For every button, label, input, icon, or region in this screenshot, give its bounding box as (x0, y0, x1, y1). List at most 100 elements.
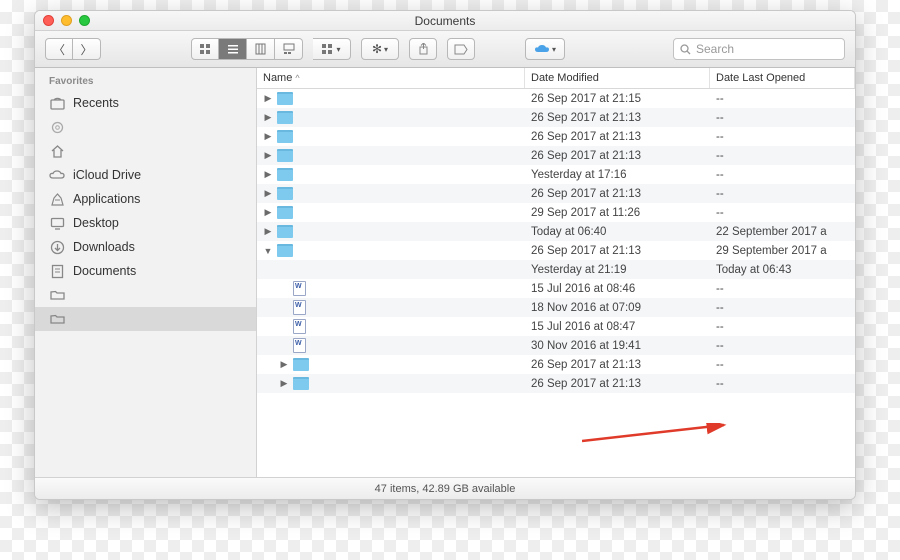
sidebar-item-recents[interactable]: Recents (35, 91, 256, 115)
date-opened: -- (710, 321, 855, 333)
gallery-view-button[interactable] (275, 38, 303, 60)
titlebar[interactable]: Documents (35, 11, 855, 31)
date-modified: 18 Nov 2016 at 07:09 (525, 302, 710, 314)
date-modified: 15 Jul 2016 at 08:47 (525, 321, 710, 333)
date-modified: 29 Sep 2017 at 11:26 (525, 207, 710, 219)
disclosure-triangle[interactable]: ▶ (263, 169, 273, 180)
date-opened: -- (710, 207, 855, 219)
arrange-button[interactable]: ▾ (313, 38, 351, 60)
disclosure-triangle[interactable]: ▶ (263, 131, 273, 142)
action-button[interactable]: ✻▾ (361, 38, 399, 60)
disclosure-triangle[interactable]: ▶ (263, 112, 273, 123)
sidebar-item-icloud-drive[interactable]: iCloud Drive (35, 163, 256, 187)
disclosure-triangle[interactable]: ▶ (263, 226, 273, 237)
zoom-icon[interactable] (79, 15, 90, 26)
file-row[interactable]: ▶Today at 06:4022 September 2017 a (257, 222, 855, 241)
file-row[interactable]: ▶26 Sep 2017 at 21:13-- (257, 355, 855, 374)
view-buttons (191, 38, 303, 60)
downloads-icon (49, 239, 65, 255)
sidebar-item-home[interactable] (35, 139, 256, 163)
sidebar-item-label: Applications (73, 192, 140, 206)
disclosure-triangle[interactable]: ▶ (279, 359, 289, 370)
folder-icon (277, 111, 293, 124)
share-button[interactable] (409, 38, 437, 60)
column-headers[interactable]: Name Date Modified Date Last Opened (257, 68, 855, 89)
file-row[interactable]: ▼ 26 Sep 2017 at 21:1329 September 2017 a (257, 241, 855, 260)
disclosure-triangle[interactable]: ▶ (263, 93, 273, 104)
disclosure-triangle[interactable]: ▶ (263, 150, 273, 161)
search-icon (680, 44, 691, 55)
back-button[interactable]: 〈 (45, 38, 73, 60)
sidebar-item-desktop[interactable]: Desktop (35, 211, 256, 235)
icloud-button[interactable]: ▾ (525, 38, 565, 60)
file-row[interactable]: 15 Jul 2016 at 08:46-- (257, 279, 855, 298)
file-row[interactable]: ▶26 Sep 2017 at 21:13-- (257, 184, 855, 203)
date-modified: 26 Sep 2017 at 21:13 (525, 131, 710, 143)
folder-icon (277, 168, 293, 181)
file-row[interactable]: 18 Nov 2016 at 07:09-- (257, 298, 855, 317)
column-opened[interactable]: Date Last Opened (710, 68, 855, 88)
folder-icon (293, 377, 309, 390)
date-modified: 26 Sep 2017 at 21:13 (525, 150, 710, 162)
sidebar-header: Favorites (35, 74, 256, 91)
disclosure-triangle[interactable]: ▼ (263, 246, 273, 256)
date-opened: -- (710, 283, 855, 295)
date-modified: 26 Sep 2017 at 21:13 (525, 359, 710, 371)
list-view-button[interactable] (219, 38, 247, 60)
folder-icon (277, 92, 293, 105)
sidebar-item-downloads[interactable]: Downloads (35, 235, 256, 259)
disclosure-triangle[interactable]: ▶ (279, 378, 289, 389)
date-modified: 30 Nov 2016 at 19:41 (525, 340, 710, 352)
column-name[interactable]: Name (257, 68, 525, 88)
close-icon[interactable] (43, 15, 54, 26)
sidebar: Favorites Recents iCloud Drive Application… (35, 68, 257, 477)
folder-icon (277, 206, 293, 219)
forward-button[interactable]: 〉 (73, 38, 101, 60)
date-opened: -- (710, 340, 855, 352)
file-row[interactable]: ▶26 Sep 2017 at 21:13-- (257, 374, 855, 393)
file-row[interactable]: ▶ 29 Sep 2017 at 11:26-- (257, 203, 855, 222)
file-list: Name Date Modified Date Last Opened ▶26 … (257, 68, 855, 477)
sidebar-item-applications[interactable]: Applications (35, 187, 256, 211)
date-modified: 26 Sep 2017 at 21:15 (525, 93, 710, 105)
apps-icon (49, 191, 65, 207)
icon-view-button[interactable] (191, 38, 219, 60)
sidebar-item-label: Downloads (73, 240, 135, 254)
sidebar-item-folder[interactable] (35, 283, 256, 307)
folder-icon (49, 311, 65, 327)
search-placeholder: Search (696, 42, 734, 56)
sidebar-item-label: Desktop (73, 216, 119, 230)
sidebar-item-folder[interactable] (35, 307, 256, 331)
file-row[interactable]: ▶Yesterday at 17:16-- (257, 165, 855, 184)
disclosure-triangle[interactable]: ▶ (263, 188, 273, 199)
date-opened: 29 September 2017 a (710, 245, 855, 257)
word-doc-icon (293, 300, 306, 315)
date-modified: 26 Sep 2017 at 21:13 (525, 245, 710, 257)
sidebar-item-label: iCloud Drive (73, 168, 141, 182)
column-view-button[interactable] (247, 38, 275, 60)
date-opened: -- (710, 93, 855, 105)
file-row[interactable]: 30 Nov 2016 at 19:41-- (257, 336, 855, 355)
disclosure-triangle[interactable]: ▶ (263, 207, 273, 218)
file-row[interactable]: ▶ 26 Sep 2017 at 21:15-- (257, 89, 855, 108)
file-row[interactable]: ▶26 Sep 2017 at 21:13-- (257, 108, 855, 127)
date-opened: -- (710, 378, 855, 390)
desktop-icon (49, 215, 65, 231)
file-row[interactable]: 15 Jul 2016 at 08:47-- (257, 317, 855, 336)
word-doc-icon (293, 338, 306, 353)
date-opened: 22 September 2017 a (710, 226, 855, 238)
date-modified: 15 Jul 2016 at 08:46 (525, 283, 710, 295)
sidebar-item-gear[interactable] (35, 115, 256, 139)
file-row[interactable]: ▶26 Sep 2017 at 21:13-- (257, 146, 855, 165)
file-row[interactable]: ▶26 Sep 2017 at 21:13-- (257, 127, 855, 146)
sidebar-item-documents[interactable]: Documents (35, 259, 256, 283)
date-opened: -- (710, 188, 855, 200)
finder-window: Documents 〈 〉 ▾ ✻▾ ▾ Search Favorites Re… (34, 10, 856, 500)
column-modified[interactable]: Date Modified (525, 68, 710, 88)
minimize-icon[interactable] (61, 15, 72, 26)
search-input[interactable]: Search (673, 38, 845, 60)
tags-button[interactable] (447, 38, 475, 60)
word-doc-icon (293, 281, 306, 296)
home-icon (49, 143, 65, 159)
file-row[interactable]: Yesterday at 21:19Today at 06:43 (257, 260, 855, 279)
